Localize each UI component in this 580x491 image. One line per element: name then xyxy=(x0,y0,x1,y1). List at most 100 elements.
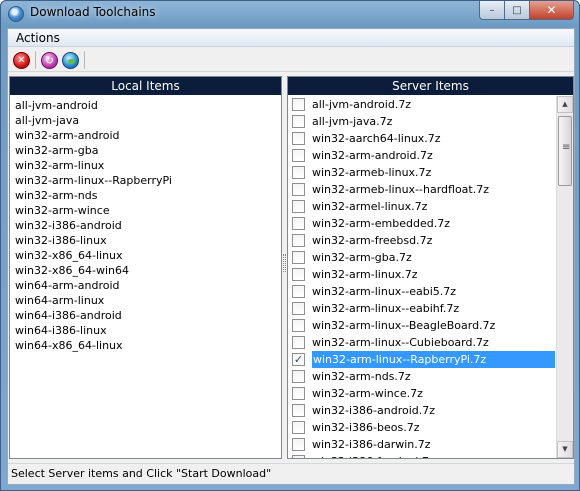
local-list-item[interactable]: win32-i386-android xyxy=(15,218,281,233)
item-checkbox[interactable] xyxy=(292,98,305,111)
local-list-item[interactable]: win64-arm-linux xyxy=(15,293,281,308)
server-item-label: win32-i386-freebsd.7z xyxy=(312,455,435,458)
server-item-label: win32-arm-linux--RapberryPi.7z xyxy=(312,351,555,368)
local-list-item[interactable]: win64-i386-android xyxy=(15,308,281,323)
local-list-item[interactable]: win32-x86_64-win64 xyxy=(15,263,281,278)
toolbar: ✕ ↻ xyxy=(8,48,574,72)
toolbar-separator xyxy=(84,51,85,69)
scrollbar-thumb[interactable] xyxy=(558,116,572,186)
stop-icon[interactable]: ✕ xyxy=(13,52,30,69)
server-list-item[interactable]: win32-i386-freebsd.7z xyxy=(288,453,555,458)
local-list-item[interactable]: win32-i386-linux xyxy=(15,233,281,248)
server-list-item[interactable]: win32-arm-linux--eabi5.7z xyxy=(288,283,555,300)
item-checkbox[interactable] xyxy=(292,234,305,247)
server-list-item[interactable]: win32-arm-nds.7z xyxy=(288,368,555,385)
main-window: Download Toolchains – □ ✕ Actions ✕ ↻ Lo… xyxy=(0,0,580,491)
item-checkbox[interactable] xyxy=(292,200,305,213)
globe-icon[interactable] xyxy=(62,52,79,69)
server-list-item[interactable]: all-jvm-android.7z xyxy=(288,96,555,113)
close-button[interactable]: ✕ xyxy=(530,1,574,20)
server-item-label: all-jvm-android.7z xyxy=(312,98,412,111)
item-checkbox[interactable] xyxy=(292,285,305,298)
server-item-label: win32-arm-embedded.7z xyxy=(312,217,450,230)
server-item-label: win32-i386-android.7z xyxy=(312,404,436,417)
menu-actions[interactable]: Actions xyxy=(16,31,60,45)
local-list-item[interactable]: win32-x86_64-linux xyxy=(15,248,281,263)
server-list-item[interactable]: win32-arm-gba.7z xyxy=(288,249,555,266)
local-list-item[interactable]: win64-arm-android xyxy=(15,278,281,293)
server-list-item[interactable]: win32-aarch64-linux.7z xyxy=(288,130,555,147)
maximize-button[interactable]: □ xyxy=(505,1,530,20)
server-item-label: win32-arm-nds.7z xyxy=(312,370,411,383)
item-checkbox[interactable] xyxy=(292,319,305,332)
item-checkbox[interactable] xyxy=(292,115,305,128)
server-item-label: win32-arm-android.7z xyxy=(312,149,433,162)
server-list-item[interactable]: win32-armeb-linux--hardfloat.7z xyxy=(288,181,555,198)
server-item-label: win32-armeb-linux.7z xyxy=(312,166,432,179)
local-list-item[interactable]: all-jvm-java xyxy=(15,113,281,128)
item-checkbox[interactable] xyxy=(292,455,305,458)
item-checkbox[interactable] xyxy=(292,251,305,264)
item-checkbox[interactable] xyxy=(292,217,305,230)
local-list-item[interactable]: win32-arm-linux xyxy=(15,158,281,173)
title-bar[interactable]: Download Toolchains – □ ✕ xyxy=(1,1,579,27)
local-list-item[interactable]: all-jvm-android xyxy=(15,98,281,113)
server-list-item[interactable]: win32-i386-android.7z xyxy=(288,402,555,419)
server-list-item[interactable]: win32-arm-freebsd.7z xyxy=(288,232,555,249)
server-list-scrollbar[interactable]: ▲ ▼ xyxy=(556,96,573,458)
item-checkbox[interactable] xyxy=(292,404,305,417)
server-list-item[interactable]: win32-arm-linux--eabihf.7z xyxy=(288,300,555,317)
scroll-down-button[interactable]: ▼ xyxy=(557,441,573,458)
toolbar-separator xyxy=(35,51,36,69)
server-item-label: win32-aarch64-linux.7z xyxy=(312,132,441,145)
status-text: Select Server items and Click "Start Dow… xyxy=(11,467,272,480)
app-icon xyxy=(8,6,24,22)
local-list-item[interactable]: win32-arm-android xyxy=(15,128,281,143)
local-list-item[interactable]: win32-arm-wince xyxy=(15,203,281,218)
refresh-icon[interactable]: ↻ xyxy=(41,52,58,69)
item-checkbox[interactable] xyxy=(292,166,305,179)
item-checkbox[interactable] xyxy=(292,183,305,196)
item-checkbox[interactable] xyxy=(292,268,305,281)
server-list-item[interactable]: win32-arm-embedded.7z xyxy=(288,215,555,232)
server-list-item[interactable]: win32-arm-linux--BeagleBoard.7z xyxy=(288,317,555,334)
local-list-item[interactable]: win32-arm-gba xyxy=(15,143,281,158)
client-area: Actions ✕ ↻ Local Items all-jvm-android a… xyxy=(7,28,575,485)
item-checkbox[interactable]: ✓ xyxy=(292,353,305,366)
server-list-item[interactable]: win32-arm-wince.7z xyxy=(288,385,555,402)
item-checkbox[interactable] xyxy=(292,302,305,315)
item-checkbox[interactable] xyxy=(292,132,305,145)
scroll-up-button[interactable]: ▲ xyxy=(557,96,573,113)
server-list-item[interactable]: win32-arm-linux--Cubieboard.7z xyxy=(288,334,555,351)
local-list-item[interactable]: win64-i386-linux xyxy=(15,323,281,338)
local-list-item[interactable]: win64-x86_64-linux xyxy=(15,338,281,353)
server-list-item[interactable]: win32-i386-darwin.7z xyxy=(288,436,555,453)
server-list-item[interactable]: win32-arm-linux.7z xyxy=(288,266,555,283)
server-item-label: win32-arm-linux.7z xyxy=(312,268,418,281)
item-checkbox[interactable] xyxy=(292,421,305,434)
local-items-header: Local Items xyxy=(10,77,281,95)
item-checkbox[interactable] xyxy=(292,438,305,451)
server-list-item[interactable]: win32-i386-beos.7z xyxy=(288,419,555,436)
server-list-item[interactable]: win32-armel-linux.7z xyxy=(288,198,555,215)
menu-bar: Actions xyxy=(8,29,574,47)
local-list-item[interactable]: win32-arm-linux--RapberryPi xyxy=(15,173,281,188)
server-item-label: win32-armel-linux.7z xyxy=(312,200,428,213)
local-list-item[interactable]: win32-arm-nds xyxy=(15,188,281,203)
server-item-label: win32-arm-linux--BeagleBoard.7z xyxy=(312,319,496,332)
item-checkbox[interactable] xyxy=(292,387,305,400)
splitter-handle[interactable] xyxy=(283,254,286,272)
server-list-item[interactable]: win32-armeb-linux.7z xyxy=(288,164,555,181)
server-item-label: win32-i386-darwin.7z xyxy=(312,438,431,451)
server-list-item[interactable]: win32-arm-android.7z xyxy=(288,147,555,164)
server-items-panel: Server Items all-jvm-android.7z all-jvm-j… xyxy=(287,76,574,459)
server-item-label: win32-arm-freebsd.7z xyxy=(312,234,433,247)
server-item-label: win32-arm-wince.7z xyxy=(312,387,423,400)
server-list-item[interactable]: all-jvm-java.7z xyxy=(288,113,555,130)
item-checkbox[interactable] xyxy=(292,370,305,383)
minimize-button[interactable]: – xyxy=(479,1,505,20)
item-checkbox[interactable] xyxy=(292,149,305,162)
item-checkbox[interactable] xyxy=(292,336,305,349)
server-item-label: win32-i386-beos.7z xyxy=(312,421,420,434)
server-list-item[interactable]: ✓ win32-arm-linux--RapberryPi.7z xyxy=(288,351,555,368)
